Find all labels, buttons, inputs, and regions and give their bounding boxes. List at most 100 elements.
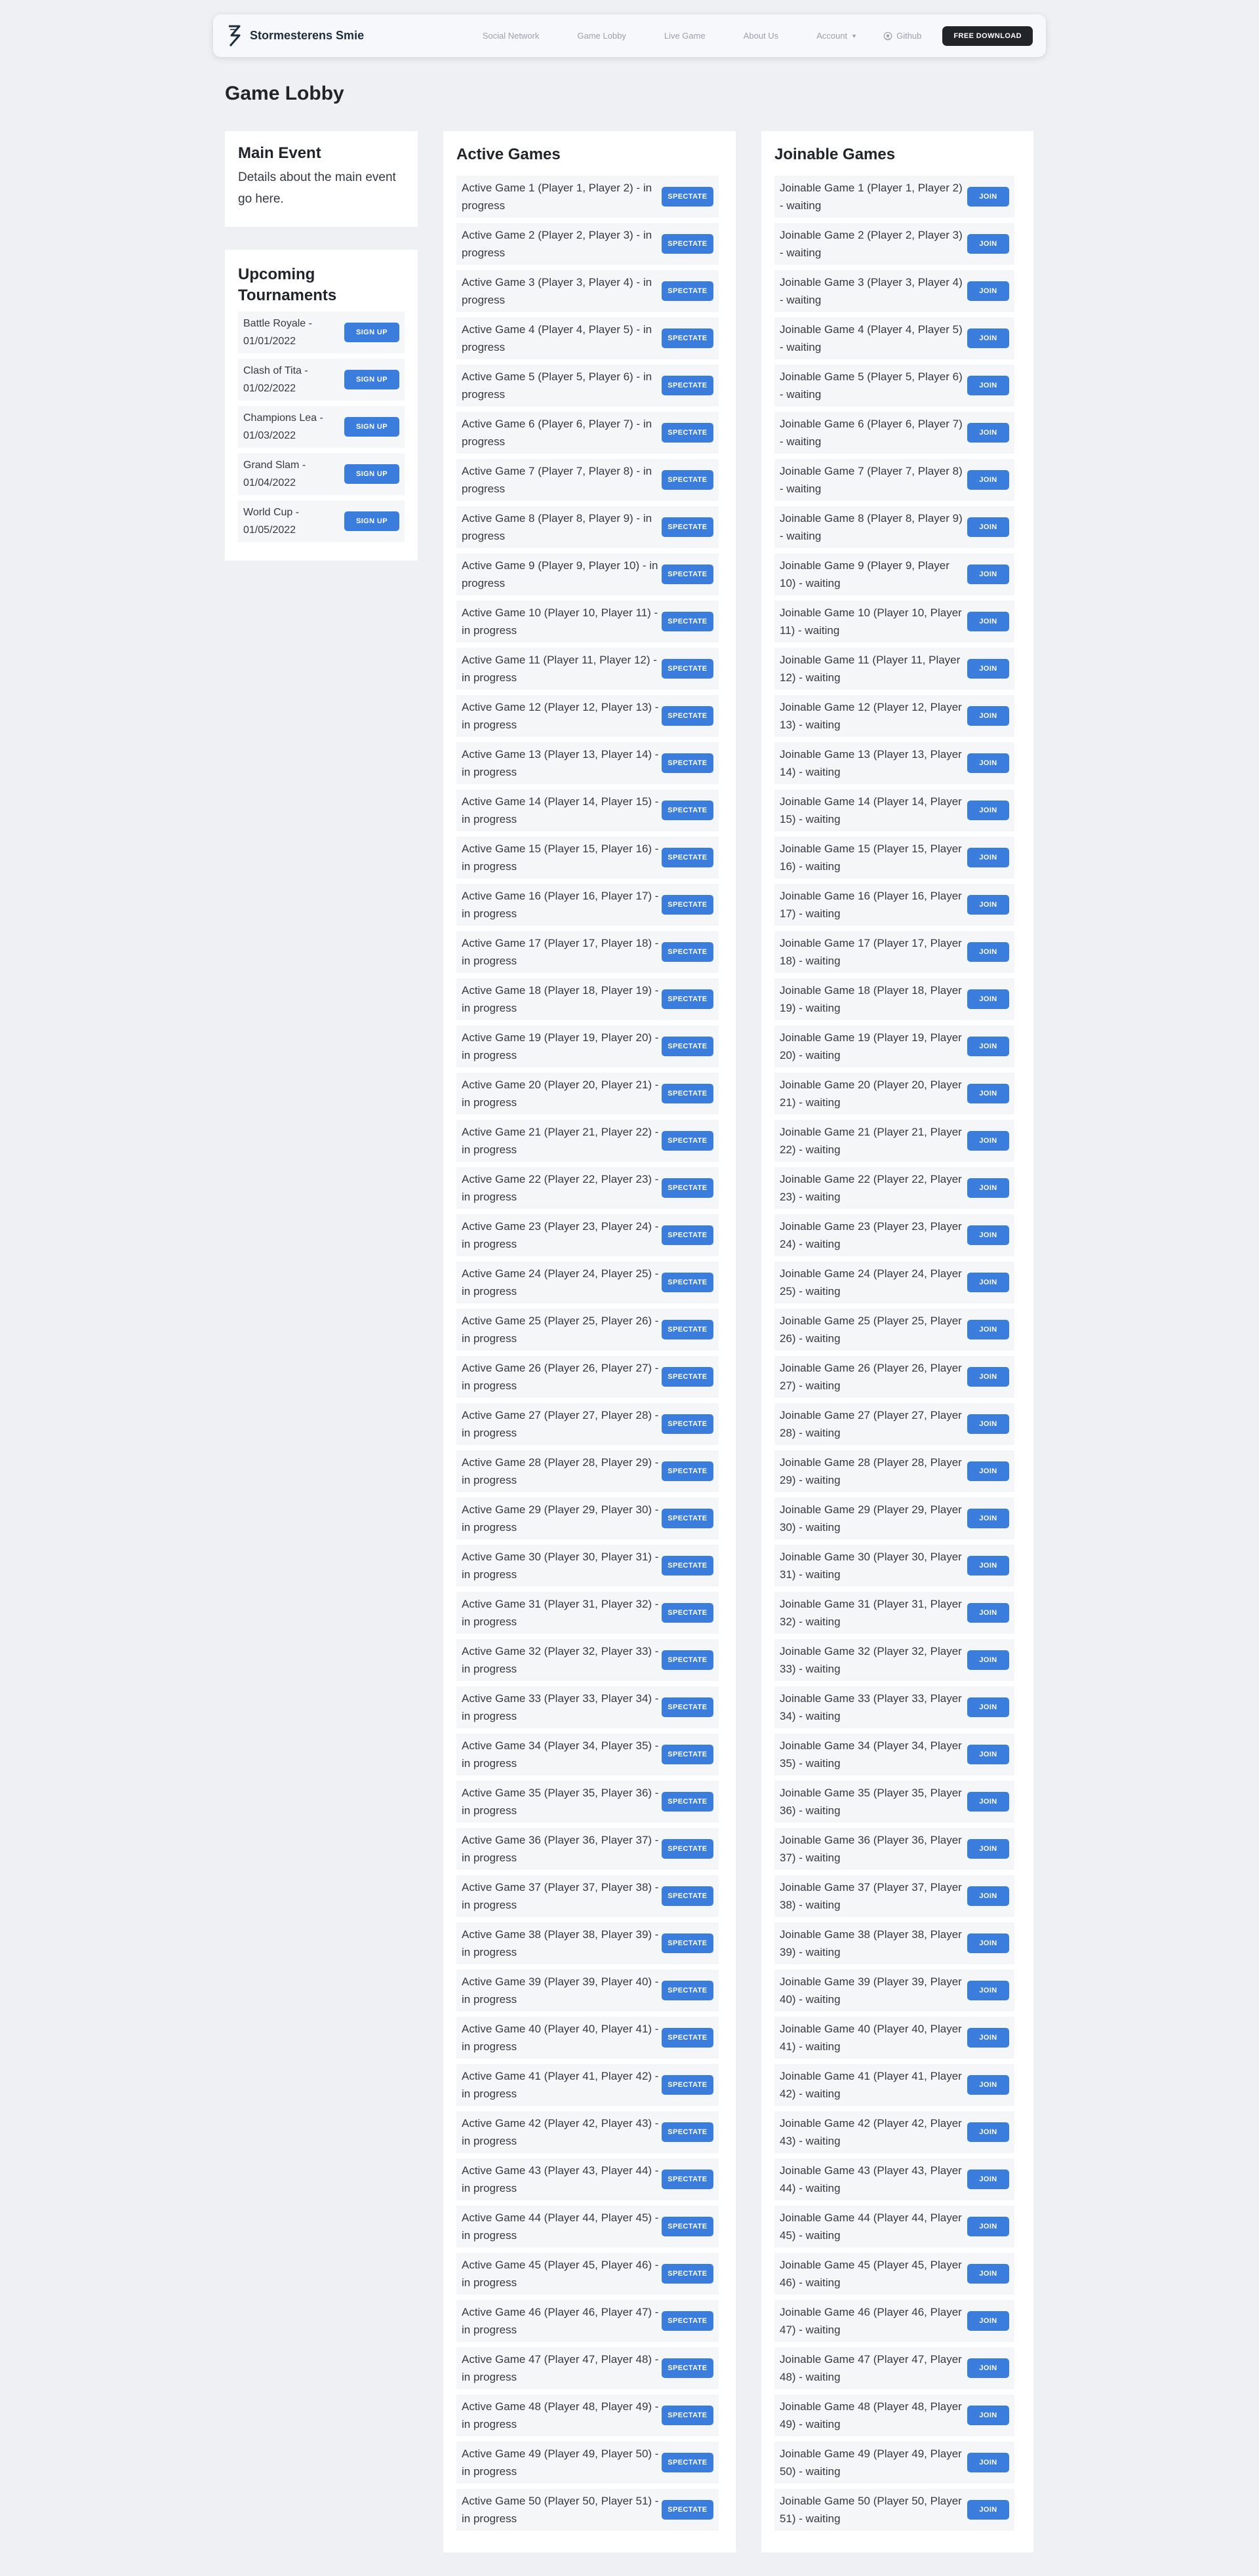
nav-link-live-game[interactable]: Live Game — [664, 31, 706, 41]
spectate-button[interactable]: Spectate — [661, 2264, 713, 2284]
spectate-button[interactable]: Spectate — [661, 989, 713, 1009]
spectate-button[interactable]: Spectate — [661, 1697, 713, 1717]
join-button[interactable]: Join — [967, 1461, 1009, 1481]
join-button[interactable]: Join — [967, 470, 1009, 490]
nav-link-about-us[interactable]: About Us — [744, 31, 778, 41]
spectate-button[interactable]: Spectate — [661, 2122, 713, 2142]
spectate-button[interactable]: Spectate — [661, 801, 713, 820]
spectate-button[interactable]: Spectate — [661, 328, 713, 348]
join-button[interactable]: Join — [967, 2217, 1009, 2236]
join-button[interactable]: Join — [967, 848, 1009, 867]
spectate-button[interactable]: Spectate — [661, 187, 713, 207]
join-button[interactable]: Join — [967, 2453, 1009, 2472]
sign-up-button[interactable]: Sign Up — [344, 464, 399, 484]
spectate-button[interactable]: Spectate — [661, 942, 713, 962]
spectate-button[interactable]: Spectate — [661, 517, 713, 537]
join-button[interactable]: Join — [967, 1509, 1009, 1528]
spectate-button[interactable]: Spectate — [661, 1556, 713, 1575]
spectate-button[interactable]: Spectate — [661, 1178, 713, 1198]
spectate-button[interactable]: Spectate — [661, 1603, 713, 1623]
spectate-button[interactable]: Spectate — [661, 1886, 713, 1906]
brand[interactable]: Stormesterens Smie — [226, 24, 364, 48]
spectate-button[interactable]: Spectate — [661, 1131, 713, 1151]
join-button[interactable]: Join — [967, 1367, 1009, 1387]
sign-up-button[interactable]: Sign Up — [344, 511, 399, 531]
spectate-button[interactable]: Spectate — [661, 2075, 713, 2095]
join-button[interactable]: Join — [967, 706, 1009, 726]
spectate-button[interactable]: Spectate — [661, 2311, 713, 2331]
spectate-button[interactable]: Spectate — [661, 1414, 713, 1434]
join-button[interactable]: Join — [967, 753, 1009, 773]
join-button[interactable]: Join — [967, 895, 1009, 915]
spectate-button[interactable]: Spectate — [661, 470, 713, 490]
spectate-button[interactable]: Spectate — [661, 2028, 713, 2048]
sign-up-button[interactable]: Sign Up — [344, 417, 399, 437]
join-button[interactable]: Join — [967, 1037, 1009, 1056]
join-button[interactable]: Join — [967, 328, 1009, 348]
spectate-button[interactable]: Spectate — [661, 1745, 713, 1764]
spectate-button[interactable]: Spectate — [661, 753, 713, 773]
spectate-button[interactable]: Spectate — [661, 423, 713, 443]
nav-link-game-lobby[interactable]: Game Lobby — [577, 31, 626, 41]
join-button[interactable]: Join — [967, 2170, 1009, 2189]
join-button[interactable]: Join — [967, 376, 1009, 395]
spectate-button[interactable]: Spectate — [661, 1320, 713, 1339]
join-button[interactable]: Join — [967, 612, 1009, 631]
join-button[interactable]: Join — [967, 423, 1009, 443]
join-button[interactable]: Join — [967, 1225, 1009, 1245]
free-download-button[interactable]: Free Download — [942, 26, 1033, 46]
sign-up-button[interactable]: Sign Up — [344, 370, 399, 389]
spectate-button[interactable]: Spectate — [661, 1650, 713, 1670]
spectate-button[interactable]: Spectate — [661, 2170, 713, 2189]
spectate-button[interactable]: Spectate — [661, 706, 713, 726]
nav-link-account[interactable]: Account ▼ — [816, 31, 857, 41]
spectate-button[interactable]: Spectate — [661, 1367, 713, 1387]
spectate-button[interactable]: Spectate — [661, 1225, 713, 1245]
spectate-button[interactable]: Spectate — [661, 376, 713, 395]
join-button[interactable]: Join — [967, 942, 1009, 962]
sign-up-button[interactable]: Sign Up — [344, 323, 399, 342]
spectate-button[interactable]: Spectate — [661, 565, 713, 584]
join-button[interactable]: Join — [967, 1886, 1009, 1906]
join-button[interactable]: Join — [967, 1131, 1009, 1151]
join-button[interactable]: Join — [967, 801, 1009, 820]
join-button[interactable]: Join — [967, 2264, 1009, 2284]
spectate-button[interactable]: Spectate — [661, 612, 713, 631]
spectate-button[interactable]: Spectate — [661, 895, 713, 915]
join-button[interactable]: Join — [967, 1745, 1009, 1764]
join-button[interactable]: Join — [967, 234, 1009, 254]
spectate-button[interactable]: Spectate — [661, 1084, 713, 1103]
join-button[interactable]: Join — [967, 1792, 1009, 1812]
join-button[interactable]: Join — [967, 2028, 1009, 2048]
spectate-button[interactable]: Spectate — [661, 1933, 713, 1953]
spectate-button[interactable]: Spectate — [661, 1273, 713, 1292]
join-button[interactable]: Join — [967, 281, 1009, 301]
spectate-button[interactable]: Spectate — [661, 1461, 713, 1481]
spectate-button[interactable]: Spectate — [661, 1839, 713, 1859]
join-button[interactable]: Join — [967, 1933, 1009, 1953]
spectate-button[interactable]: Spectate — [661, 848, 713, 867]
join-button[interactable]: Join — [967, 1273, 1009, 1292]
join-button[interactable]: Join — [967, 2311, 1009, 2331]
spectate-button[interactable]: Spectate — [661, 1509, 713, 1528]
spectate-button[interactable]: Spectate — [661, 2406, 713, 2425]
join-button[interactable]: Join — [967, 1839, 1009, 1859]
join-button[interactable]: Join — [967, 989, 1009, 1009]
join-button[interactable]: Join — [967, 2075, 1009, 2095]
join-button[interactable]: Join — [967, 187, 1009, 207]
join-button[interactable]: Join — [967, 1650, 1009, 1670]
spectate-button[interactable]: Spectate — [661, 234, 713, 254]
spectate-button[interactable]: Spectate — [661, 2500, 713, 2520]
spectate-button[interactable]: Spectate — [661, 281, 713, 301]
join-button[interactable]: Join — [967, 1320, 1009, 1339]
join-button[interactable]: Join — [967, 1603, 1009, 1623]
spectate-button[interactable]: Spectate — [661, 1981, 713, 2000]
join-button[interactable]: Join — [967, 565, 1009, 584]
spectate-button[interactable]: Spectate — [661, 659, 713, 679]
join-button[interactable]: Join — [967, 517, 1009, 537]
join-button[interactable]: Join — [967, 659, 1009, 679]
spectate-button[interactable]: Spectate — [661, 2217, 713, 2236]
join-button[interactable]: Join — [967, 2406, 1009, 2425]
join-button[interactable]: Join — [967, 1084, 1009, 1103]
join-button[interactable]: Join — [967, 1981, 1009, 2000]
